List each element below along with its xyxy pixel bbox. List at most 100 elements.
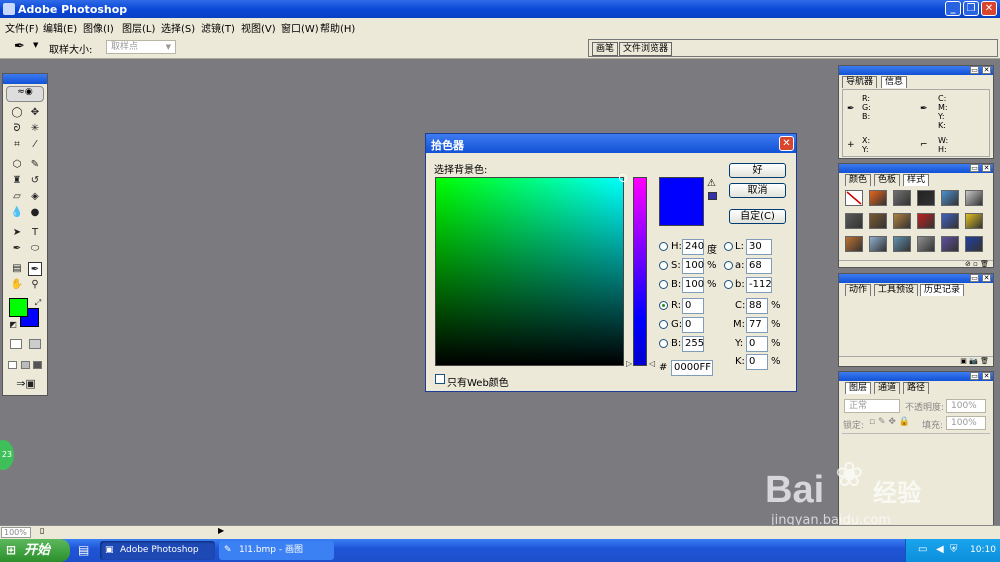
snapshot-icon[interactable]: 📷 [969,357,978,365]
new-document-icon[interactable]: ▣ [960,357,967,365]
adobe-online-icon[interactable]: ≈◉ [6,86,44,102]
field-h[interactable]: 240 [682,239,704,255]
style-swatch[interactable] [845,213,863,229]
field-hex[interactable]: 0000FF [671,360,713,376]
radio-g[interactable] [659,320,668,329]
document-info-icon[interactable]: ▯ [40,526,44,535]
radio-blue[interactable] [659,339,668,348]
clone-stamp-icon[interactable]: ♜ [10,174,24,188]
hand-tool-icon[interactable]: ✋ [10,278,24,292]
panel-minimize-button[interactable]: ▭ [970,164,979,172]
tool-preset-arrow-icon[interactable]: ▼ [33,41,38,49]
tab-styles[interactable]: 样式 [903,174,930,186]
brush-tool-icon[interactable]: ✎ [28,158,42,172]
web-safe-cube-icon[interactable] [708,192,717,200]
field-b[interactable]: 100 [682,277,704,293]
dialog-close-button[interactable]: ✕ [779,136,794,151]
style-swatch[interactable] [893,190,911,206]
style-swatch[interactable] [941,213,959,229]
menu-layer[interactable]: 图层(L) [122,20,155,35]
style-swatch[interactable] [869,190,887,206]
screen-mode-icons[interactable] [8,359,44,369]
crop-tool-icon[interactable]: ⌗ [10,138,24,152]
standard-mode-icon[interactable] [10,339,22,349]
tab-actions[interactable]: 动作 [845,284,872,296]
menu-window[interactable]: 窗口(W) [281,20,319,35]
task-photoshop[interactable]: ▣ Adobe Photoshop [100,541,215,560]
close-button[interactable]: ✕ [981,1,997,16]
shape-tool-icon[interactable]: ⬭ [28,242,42,256]
panel-close-button[interactable]: ✕ [982,274,991,282]
fill-field[interactable]: 100% [946,416,986,430]
eraser-tool-icon[interactable]: ▱ [10,190,24,204]
eyedropper-icon[interactable]: ✒ [14,39,25,54]
field-c[interactable]: 88 [746,298,768,314]
style-swatch[interactable] [893,236,911,252]
radio-lab-b[interactable] [724,280,733,289]
screen-mode-full-menu-icon[interactable] [20,361,30,369]
field-k[interactable]: 0 [746,354,768,370]
zoom-tool-icon[interactable]: ⚲ [28,278,42,292]
web-only-checkbox[interactable] [435,374,445,384]
blur-tool-icon[interactable]: 💧 [10,206,24,220]
panel-minimize-button[interactable]: ▭ [970,66,979,74]
tab-channels[interactable]: 通道 [874,382,901,394]
path-select-icon[interactable]: ➤ [10,226,24,240]
tab-history[interactable]: 历史记录 [920,284,965,296]
pen-tool-icon[interactable]: ✒ [10,242,24,256]
field-a[interactable]: 68 [746,258,772,274]
opacity-field[interactable]: 100% [946,399,986,413]
field-blue[interactable]: 255 [682,336,704,352]
field-r[interactable]: 0 [682,298,704,314]
healing-brush-icon[interactable]: ⬡ [10,158,24,172]
panel-minimize-button[interactable]: ▭ [970,372,979,380]
default-colors-icon[interactable]: ◩ [6,318,20,332]
status-menu-arrow-icon[interactable]: ▶ [218,526,224,535]
quick-mask-icon[interactable] [29,339,41,349]
tab-info[interactable]: 信息 [881,76,908,88]
style-swatch[interactable] [917,190,935,206]
style-swatch[interactable] [917,213,935,229]
minimize-button[interactable]: _ [945,1,961,16]
marquee-tool-icon[interactable]: ◯ [10,106,24,120]
style-swatch[interactable] [941,190,959,206]
slice-tool-icon[interactable]: ⁄ [28,138,42,152]
floating-badge[interactable]: 23 [0,440,14,470]
security-icon[interactable]: ⛨ [950,544,958,555]
style-swatch[interactable] [965,190,983,206]
restore-button[interactable]: ❐ [963,1,979,16]
field-y[interactable]: 0 [746,336,768,352]
radio-s[interactable] [659,261,668,270]
blend-mode-select[interactable]: 正常 [844,399,900,413]
task-paint[interactable]: ✎ 1l1.bmp - 画图 [219,541,334,560]
radio-a[interactable] [724,261,733,270]
tab-color[interactable]: 颜色 [845,174,872,186]
lasso-tool-icon[interactable]: ᘐ [10,122,24,136]
menu-edit[interactable]: 编辑(E) [43,20,77,35]
panel-close-button[interactable]: ✕ [982,164,991,172]
field-m[interactable]: 77 [746,317,768,333]
swap-colors-icon[interactable]: ⤢ [31,296,45,310]
volume-icon[interactable]: ◀ [936,544,944,555]
custom-button[interactable]: 自定(C) [729,209,786,224]
radio-b[interactable] [659,280,668,289]
quick-launch-icon[interactable]: ▤ [78,543,89,557]
move-tool-icon[interactable]: ✥ [28,106,42,120]
menu-view[interactable]: 视图(V) [241,20,276,35]
slider-left-arrow-icon[interactable]: ▷ [626,359,632,368]
menu-file[interactable]: 文件(F) [5,20,39,35]
foreground-color-swatch[interactable] [9,298,28,317]
style-swatch[interactable] [965,213,983,229]
gamut-warning-icon[interactable]: ⚠ [707,178,716,189]
color-field[interactable] [435,174,627,366]
style-swatch[interactable] [917,236,935,252]
new-style-icon[interactable]: ▫ [973,260,978,268]
dodge-tool-icon[interactable]: ● [28,206,42,220]
ok-button[interactable]: 好 [729,163,786,178]
delete-icon[interactable]: 🗑 [980,357,989,365]
panel-close-button[interactable]: ✕ [982,66,991,74]
tab-navigator[interactable]: 导航器 [842,76,878,88]
style-swatch[interactable] [869,236,887,252]
delete-style-icon[interactable]: 🗑 [980,260,989,268]
menu-help[interactable]: 帮助(H) [320,20,355,35]
